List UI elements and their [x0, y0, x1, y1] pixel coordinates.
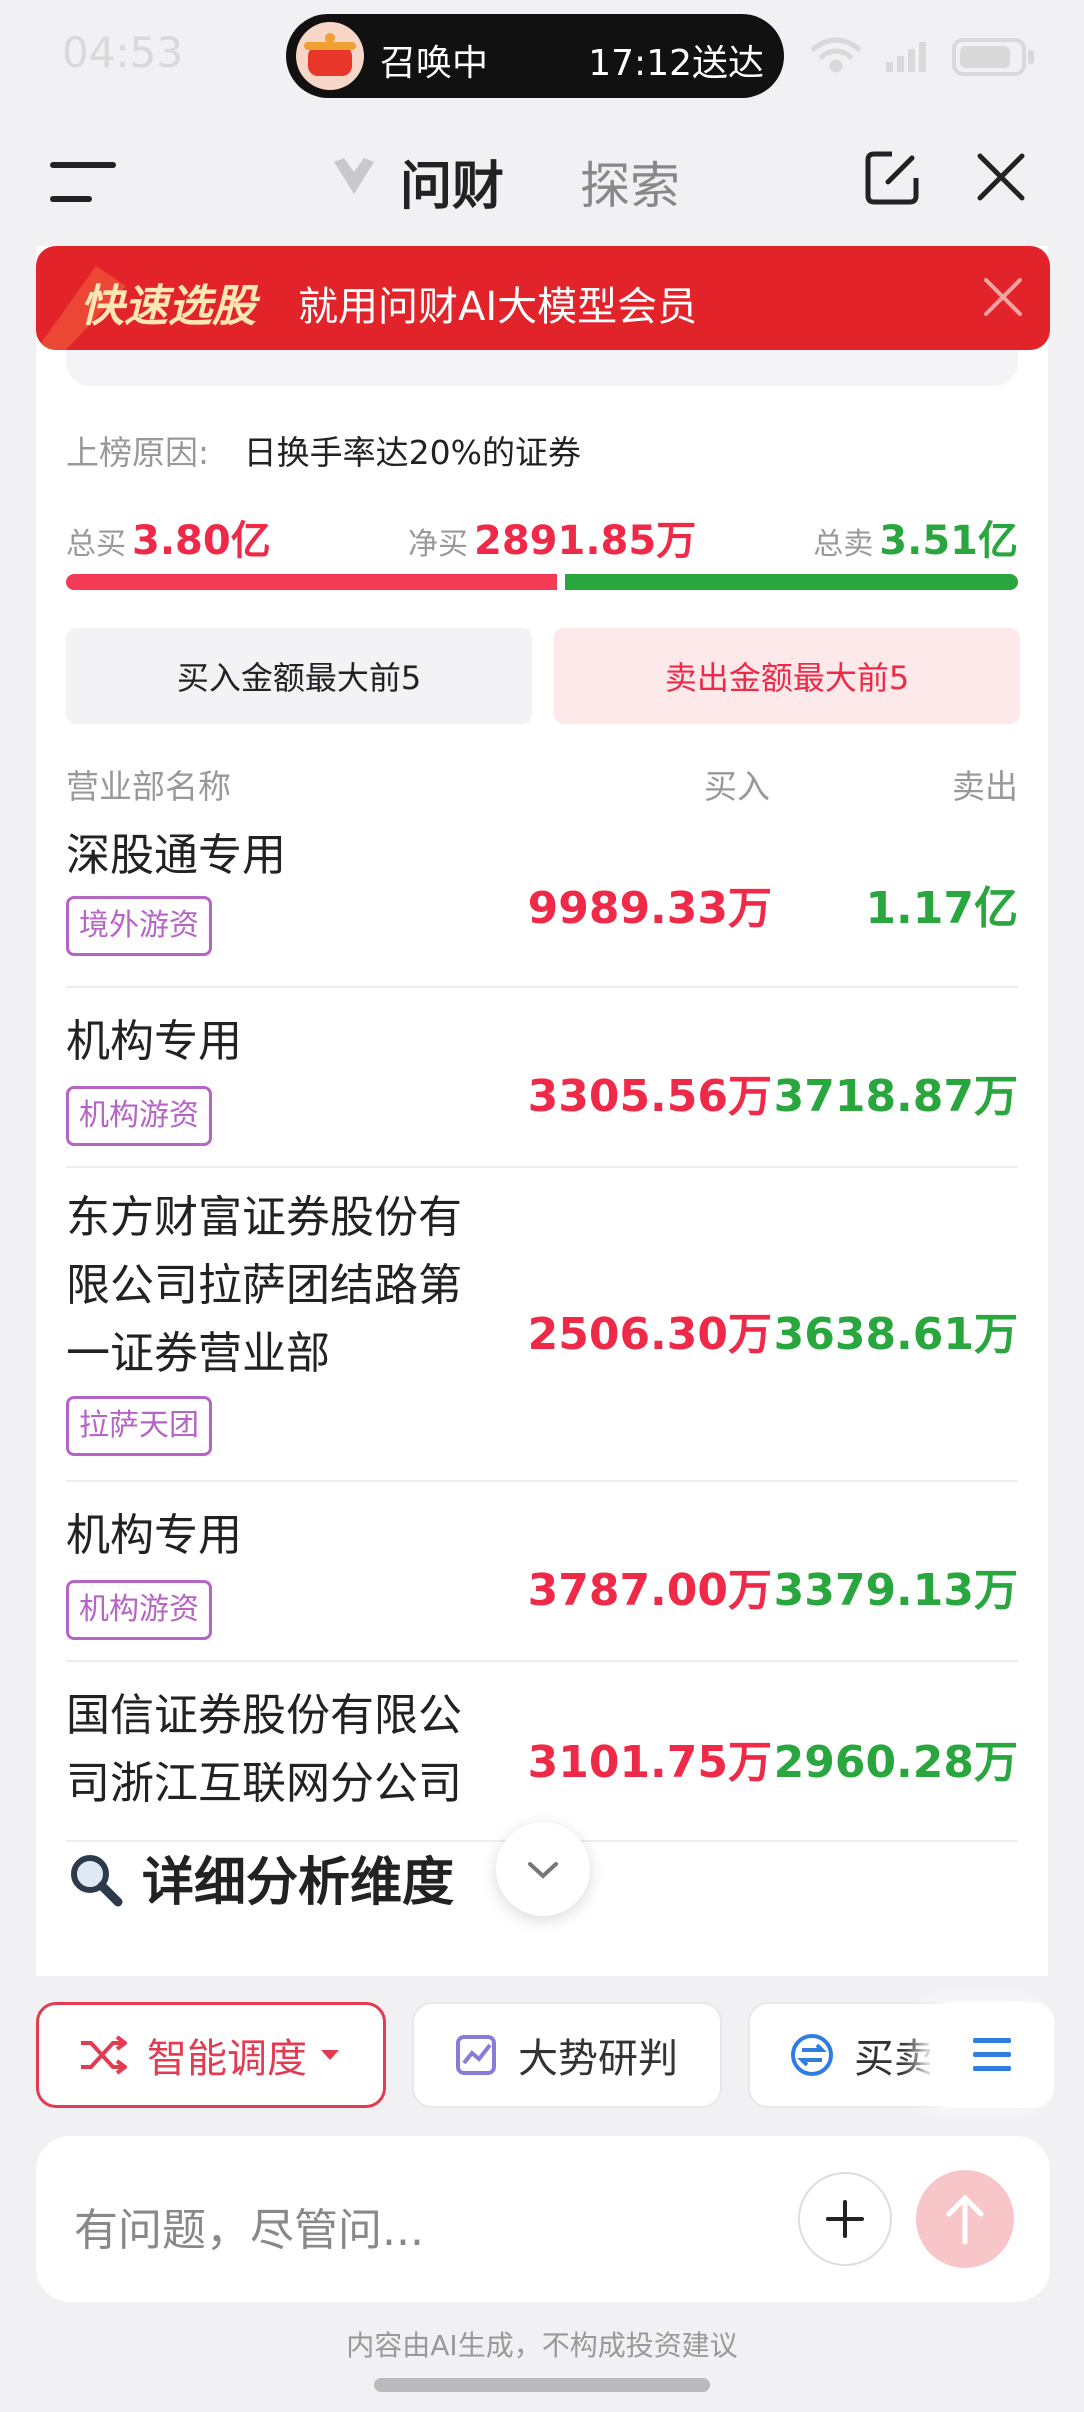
market-trend-chip[interactable]: 大势研判 [412, 2002, 722, 2108]
net-buy-label: 净买 [408, 527, 468, 562]
list-reason-value: 日换手率达20%的证券 [243, 433, 581, 472]
market-trend-label: 大势研判 [518, 2036, 678, 2082]
buy-amount: 2506.30万 [527, 1309, 772, 1360]
battery-icon [952, 38, 1034, 76]
trade-label: 买卖 [854, 2036, 934, 2082]
close-icon[interactable] [976, 152, 1026, 202]
branch-tag: 机构游资 [66, 1580, 212, 1640]
plus-icon [826, 2200, 864, 2238]
promo-text: 就用问财AI大模型会员 [298, 284, 698, 330]
branch-tag: 机构游资 [66, 1086, 212, 1146]
total-buy: 总买 3.80亿 [66, 508, 271, 566]
branch-tag: 拉萨天团 [66, 1396, 212, 1456]
col-header-sell: 卖出 [952, 767, 1018, 806]
total-sell: 总卖 3.51亿 [813, 508, 1018, 566]
more-menu-button[interactable] [930, 2002, 1054, 2108]
collapse-button[interactable] [496, 1822, 590, 1916]
table-row[interactable]: 深股通专用 境外游资 9989.33万 1.17亿 [66, 822, 1018, 988]
chevron-down-icon [528, 1862, 558, 1879]
sell-amount: 2960.28万 [773, 1737, 1018, 1788]
net-buy: 净买 2891.85万 [408, 508, 696, 566]
branch-name: 机构专用 [66, 1016, 242, 1067]
live-activity-pill[interactable]: 召唤中 17:12送达 [286, 14, 784, 98]
pot-icon [296, 22, 364, 90]
branch-name: 东方财富证券股份有限公司拉萨团结路第一证券营业部 [66, 1192, 462, 1379]
branch-tag: 境外游资 [66, 896, 212, 956]
signal-icon [886, 42, 926, 72]
buy-amount: 9989.33万 [527, 883, 772, 934]
col-header-buy: 买入 [704, 767, 770, 806]
total-buy-label: 总买 [66, 527, 126, 562]
detail-title: 详细分析维度 [142, 1853, 455, 1913]
tab-explore[interactable]: 探索 [580, 146, 680, 218]
add-button[interactable] [798, 2172, 892, 2266]
tab-wencai[interactable]: 问财 [400, 144, 504, 219]
table-row[interactable]: 东方财富证券股份有限公司拉萨团结路第一证券营业部 拉萨天团 2506.30万 3… [66, 1168, 1018, 1482]
list-reason-label: 上榜原因: [66, 433, 210, 472]
table-row[interactable]: 机构专用 机构游资 3305.56万 3718.87万 [66, 988, 1018, 1168]
pill-status: 召唤中 [380, 43, 489, 84]
send-button[interactable] [916, 2170, 1014, 2268]
detail-analysis-heading: 详细分析维度 [66, 1840, 454, 1915]
net-buy-value: 2891.85万 [474, 518, 697, 564]
clock: 04:53 [62, 28, 184, 77]
list-reason: 上榜原因: 日换手率达20%的证券 [66, 426, 581, 474]
table-row[interactable]: 国信证券股份有限公司浙江互联网分公司 3101.75万 2960.28万 [66, 1662, 1018, 1842]
exchange-icon [791, 2034, 833, 2076]
branch-name: 深股通专用 [66, 830, 286, 881]
ai-disclaimer: 内容由AI生成，不构成投资建议 [346, 2329, 738, 2362]
promo-banner[interactable]: 快速选股 就用问财AI大模型会员 [36, 246, 1050, 350]
wifi-icon [810, 37, 862, 73]
tab-buy-top5[interactable]: 买入金额最大前5 [66, 628, 532, 724]
wencai-logo-icon [334, 158, 374, 194]
sell-ratio-bar [565, 574, 1018, 590]
dragon-tiger-card: 上榜原因: 日换手率达20%的证券 总买 3.80亿 净买 2891.85万 总卖 3… [36, 246, 1048, 1976]
buy-amount: 3305.56万 [527, 1071, 772, 1122]
branch-name: 机构专用 [66, 1510, 242, 1561]
pill-eta: 17:12送达 [588, 43, 764, 84]
input-placeholder: 有问题，尽管问... [74, 2205, 424, 2256]
magnifier-icon [71, 1855, 123, 1907]
sell-amount: 3718.87万 [773, 1071, 1018, 1122]
list-icon [973, 2038, 1011, 2071]
question-input[interactable]: 有问题，尽管问... [36, 2136, 1050, 2302]
table-row[interactable]: 机构专用 机构游资 3787.00万 3379.13万 [66, 1482, 1018, 1662]
top-nav: 问财 探索 [0, 112, 1084, 242]
sell-amount: 3638.61万 [773, 1309, 1018, 1360]
status-bar: 04:53 召唤中 17:12送达 [0, 0, 1084, 112]
shuffle-icon [81, 2035, 127, 2075]
menu-icon[interactable] [50, 162, 116, 202]
home-indicator[interactable] [374, 2378, 710, 2392]
col-header-name: 营业部名称 [66, 767, 231, 806]
close-icon[interactable] [982, 276, 1024, 318]
buy-amount: 3101.75万 [527, 1737, 772, 1788]
buy-amount: 3787.00万 [527, 1565, 772, 1616]
total-sell-value: 3.51亿 [879, 518, 1018, 564]
smart-dispatch-label: 智能调度 [147, 2036, 307, 2082]
edit-icon[interactable] [862, 148, 922, 208]
branch-name: 国信证券股份有限公司浙江互联网分公司 [66, 1690, 462, 1809]
tab-sell-top5[interactable]: 卖出金额最大前5 [554, 628, 1020, 724]
smart-dispatch-chip[interactable]: 智能调度 [36, 2002, 386, 2108]
arrow-up-icon [946, 2194, 984, 2245]
chart-trend-icon [456, 2035, 496, 2075]
total-buy-value: 3.80亿 [132, 518, 271, 564]
caret-down-icon [321, 2050, 339, 2060]
promo-title: 快速选股 [80, 281, 256, 332]
system-icons [804, 32, 1044, 82]
total-sell-label: 总卖 [813, 527, 874, 562]
buy-ratio-bar [66, 574, 557, 590]
sell-amount: 1.17亿 [865, 883, 1018, 934]
sell-amount: 3379.13万 [773, 1565, 1018, 1616]
